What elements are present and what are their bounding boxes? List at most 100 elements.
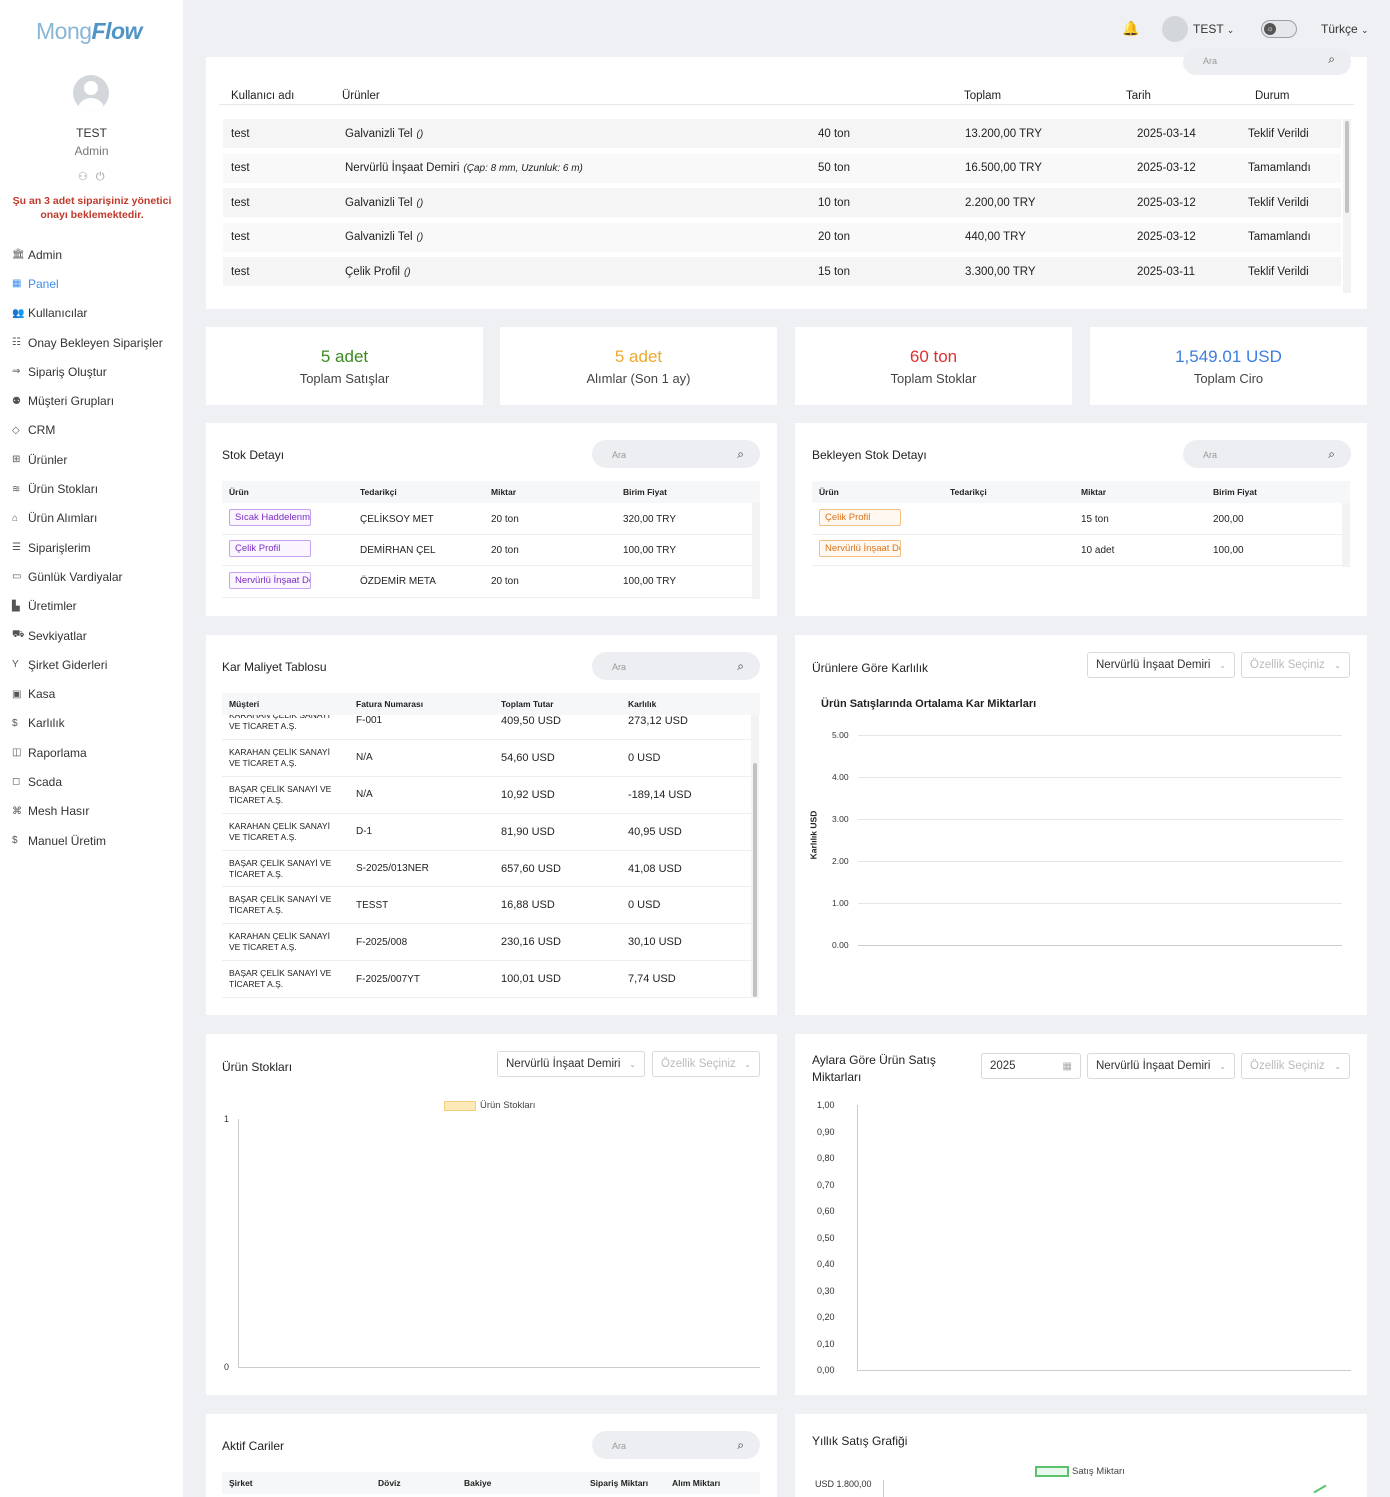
profit-table-header: Müşteri Fatura Numarası Toplam Tutar Kar… (222, 693, 760, 715)
language-select[interactable]: Türkçe ⌄ (1321, 22, 1369, 36)
pending-stock-search-input[interactable]: Ara ⌕ (1183, 440, 1351, 468)
sidebar-item-crm[interactable]: ◇ CRM (12, 416, 163, 445)
total-amount: 230,16 USD (501, 936, 561, 949)
bell-icon[interactable]: 🔔 (1122, 20, 1139, 37)
table-row[interactable]: Nervürlü İnşaat Demiri ÖZDEMİR META 20 ton… (222, 567, 752, 598)
sidebar-item-manuel-üretim[interactable]: $ Manuel Üretim (12, 826, 163, 855)
app-logo[interactable]: MongFlow (36, 18, 142, 45)
sidebar-item-sipariş-oluştur[interactable]: ⇒ Sipariş Oluştur (12, 357, 163, 386)
invoice-number: N/A (356, 752, 373, 764)
profile-icon[interactable]: ⚇ (78, 171, 88, 183)
theme-toggle[interactable]: ☼ (1261, 20, 1297, 38)
table-row[interactable]: Sıcak Haddelenmiş ÇELİKSOY MET 20 ton 320,0… (222, 504, 752, 535)
table-row[interactable]: test Galvanizli Tel() 40 ton 13.200,00 TRY 2… (223, 119, 1341, 148)
sidebar-item-şirket-giderleri[interactable]: Y Şirket Giderleri (12, 650, 163, 679)
year-picker[interactable]: 2025 ▦ (981, 1053, 1081, 1079)
table-row[interactable]: KARAHAN ÇELİK SANAYİ VE TİCARET A.Ş. N/A 5… (222, 740, 752, 777)
sidebar-item-label: Panel (28, 276, 59, 291)
product-tag[interactable]: Sıcak Haddelenmiş (229, 509, 311, 526)
invoice-number: TESST (356, 899, 389, 911)
legend-swatch (444, 1100, 476, 1111)
product-tag[interactable]: Nervürlü İnşaat Demiri (229, 571, 311, 589)
sidebar-item-label: Raporlama (28, 745, 87, 760)
sidebar-item-müşteri-grupları[interactable]: ⚉ Müşteri Grupları (12, 386, 163, 415)
y-axis-tick: 0.00 (832, 940, 849, 950)
table-row[interactable]: Çelik Profil 15 ton 200,00 (812, 504, 1342, 535)
sidebar-item-siparişlerim[interactable]: ☰ Siparişlerim (12, 533, 163, 562)
sidebar-item-icon: ⛟ (12, 629, 25, 640)
unit-price: 100,00 (1213, 544, 1244, 556)
sidebar-item-ürünler[interactable]: ⊞ Ürünler (12, 445, 163, 474)
kpi-value: 60 ton (909, 347, 958, 366)
order-date: 2025-03-14 (1137, 127, 1196, 140)
sidebar-item-admin[interactable]: 🏛 Admin (12, 240, 163, 269)
table-row[interactable]: test Galvanizli Tel() 20 ton 440,00 TRY 2025… (223, 222, 1341, 252)
y-axis-tick: 1.00 (832, 898, 849, 908)
table-row[interactable]: KARAHAN ÇELİK SANAYİ VE TİCARET A.Ş. F-20… (222, 924, 752, 962)
sidebar-item-üretimler[interactable]: ▙ Üretimler (12, 592, 163, 621)
sidebar-item-karlılık[interactable]: $ Karlılık (12, 709, 163, 738)
total-amount: 10,92 USD (501, 788, 555, 801)
product-tag[interactable]: Nervürlü İnşaat Demiri (819, 540, 901, 558)
user-menu[interactable]: TEST ⌄ (1193, 22, 1234, 36)
product-tag[interactable]: Çelik Profil (819, 509, 901, 526)
total-amount: 54,60 USD (501, 751, 555, 764)
table-row[interactable]: test Çelik Profil() 15 ton 3.300,00 TRY 2025… (223, 257, 1341, 287)
profit-search-input[interactable]: Ara ⌕ (592, 652, 760, 680)
profit-feature-select[interactable]: Özellik Seçiniz ⌄ (1241, 652, 1350, 678)
stock-feature-select[interactable]: Özellik Seçiniz ⌄ (652, 1051, 760, 1077)
unit-price: 320,00 TRY (623, 513, 677, 525)
table-row[interactable]: test Nervürlü İnşaat Demiri (Çap: 8 mm, Uz… (223, 153, 1341, 183)
sidebar-item-icon: 👥 (12, 307, 25, 319)
order-total: 2.200,00 TRY (965, 196, 1036, 209)
sidebar-item-ürün-alımları[interactable]: ⌂ Ürün Alımları (12, 504, 163, 533)
product-tag[interactable]: Çelik Profil (229, 540, 311, 558)
table-row[interactable]: BAŞAR ÇELİK SANAYİ VE TİCARET A.Ş. TESST 1… (222, 887, 752, 925)
table-row[interactable]: test Galvanizli Tel() 10 ton 2.200,00 TRY 20… (223, 188, 1341, 218)
monthly-feature-select[interactable]: Özellik Seçiniz ⌄ (1241, 1053, 1350, 1079)
pending-stock-title: Bekleyen Stok Detayı (812, 448, 927, 462)
sidebar-item-icon: ◻ (12, 776, 21, 788)
y-axis-line (238, 1119, 239, 1367)
y-axis-tick: 0,00 (817, 1365, 835, 1375)
accounts-search-input[interactable]: Ara ⌕ (592, 1431, 760, 1459)
pending-stock-scrollbar[interactable] (1342, 503, 1350, 567)
table-row[interactable]: Nervürlü İnşaat Demiri 10 adet 100,00 (812, 535, 1342, 567)
sidebar-item-icon: ◇ (12, 424, 20, 436)
sidebar-item-icon: ▣ (12, 688, 22, 700)
sidebar-item-kullanıcılar[interactable]: 👥 Kullanıcılar (12, 299, 163, 328)
order-quantity: 15 ton (818, 265, 850, 278)
sidebar-item-raporlama[interactable]: ◫ Raporlama (12, 738, 163, 767)
stock-search-input[interactable]: Ara ⌕ (592, 440, 760, 468)
table-row[interactable]: KARAHAN ÇELİK SANAYİ VE TİCARET A.Ş. D-1 8… (222, 814, 752, 851)
sidebar-item-ürün-stokları[interactable]: ≋ Ürün Stokları (12, 474, 163, 503)
stock-product-select[interactable]: Nervürlü İnşaat Demiri ⌄ (497, 1051, 645, 1077)
sidebar-item-scada[interactable]: ◻ Scada (12, 767, 163, 796)
table-row[interactable]: KARAHAN ÇELİK SANAYİ VE TİCARET A.Ş. F-00… (222, 715, 752, 740)
table-row[interactable]: Çelik Profil DEMİRHAN ÇEL 20 ton 100,00 TRY (222, 535, 752, 567)
sidebar-item-panel[interactable]: ▦ Panel (12, 269, 163, 298)
sidebar-item-onay-bekleyen-siparişler[interactable]: ☷ Onay Bekleyen Siparişler (12, 328, 163, 357)
topbar-avatar[interactable] (1162, 16, 1188, 42)
sidebar-item-mesh-hasır[interactable]: ⌘ Mesh Hasır (12, 797, 163, 826)
table-row[interactable]: BAŞAR ÇELİK SANAYİ VE TİCARET A.Ş. N/A 10,… (222, 777, 752, 814)
sidebar-item-kasa[interactable]: ▣ Kasa (12, 679, 163, 708)
monthly-product-select[interactable]: Nervürlü İnşaat Demiri ⌄ (1087, 1053, 1235, 1079)
customer-name: KARAHAN ÇELİK SANAYİ VE TİCARET A.Ş. (229, 746, 330, 768)
stock-scrollbar[interactable] (752, 503, 760, 599)
table-row[interactable]: BAŞAR ÇELİK SANAYİ VE TİCARET A.Ş. F-2025… (222, 961, 752, 998)
orders-search-input[interactable]: Ara ⌕ (1183, 49, 1351, 75)
yearly-chart-legend: Satış Miktarı (1035, 1466, 1125, 1477)
profit-scrollbar[interactable] (751, 715, 759, 998)
sidebar-item-label: Müşteri Grupları (28, 394, 115, 409)
sidebar-item-label: Sipariş Oluştur (28, 364, 107, 379)
table-row[interactable]: BAŞAR ÇELİK SANAYİ VE TİCARET A.Ş. S-2025… (222, 851, 752, 888)
power-icon[interactable]: ⏻ (96, 171, 105, 183)
sidebar-item-label: Ürün Alımları (28, 511, 98, 526)
sidebar-item-sevkiyatlar[interactable]: ⛟ Sevkiyatlar (12, 621, 163, 650)
orders-scrollbar[interactable] (1343, 119, 1351, 293)
profit-product-select[interactable]: Nervürlü İnşaat Demiri ⌄ (1087, 652, 1235, 678)
chevron-down-icon: ⌄ (744, 1059, 751, 1069)
sidebar-item-günlük-vardiyalar[interactable]: ▭ Günlük Vardiyalar (12, 562, 163, 591)
sidebar-item-label: CRM (28, 423, 56, 438)
